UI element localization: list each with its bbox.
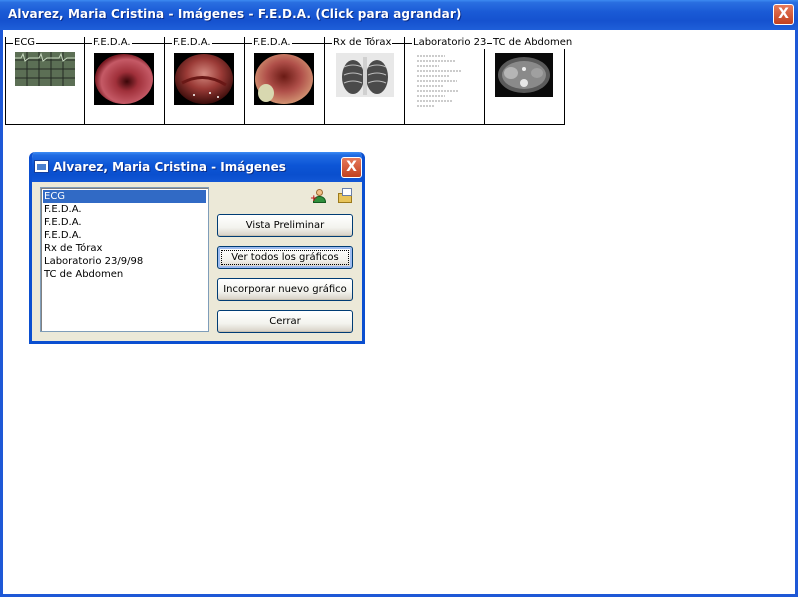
- user-add-icon[interactable]: +: [310, 188, 327, 204]
- thumbnail-label: Rx de Tórax: [332, 37, 393, 49]
- dialog-close-button[interactable]: X: [341, 157, 362, 178]
- close-button[interactable]: Cerrar: [217, 310, 353, 333]
- ct-scan-image: [495, 53, 553, 97]
- list-item[interactable]: TC de Abdomen: [43, 268, 206, 281]
- app-window-icon: [34, 160, 49, 173]
- thumbnail-label: ECG: [13, 37, 37, 49]
- thumbnail-feda-2[interactable]: F.E.D.A.: [165, 37, 245, 125]
- properties-icon[interactable]: [337, 188, 353, 204]
- chest-xray-image: [336, 53, 394, 97]
- thumbnail-feda-3[interactable]: F.E.D.A.: [245, 37, 325, 125]
- endoscopy-image: [174, 53, 234, 105]
- thumbnail-rx-torax[interactable]: Rx de Tórax: [325, 37, 405, 125]
- thumbnail-ecg[interactable]: ECG: [5, 37, 85, 125]
- list-item[interactable]: Rx de Tórax: [43, 242, 206, 255]
- thumbnail-label: TC de Abdomen: [492, 37, 574, 49]
- endoscopy-image: [94, 53, 154, 105]
- ecg-image: [15, 52, 75, 86]
- main-titlebar[interactable]: Alvarez, Maria Cristina - Imágenes - F.E…: [0, 0, 798, 30]
- list-item[interactable]: F.E.D.A.: [43, 203, 206, 216]
- thumbnail-laboratorio[interactable]: Laboratorio 23: [405, 37, 488, 125]
- thumbnail-tc-abdomen[interactable]: TC de Abdomen: [485, 37, 574, 125]
- thumbnail-feda-1[interactable]: F.E.D.A.: [85, 37, 165, 125]
- add-new-graphic-button[interactable]: Incorporar nuevo gráfico: [217, 278, 353, 301]
- preview-button[interactable]: Vista Preliminar: [217, 214, 353, 237]
- list-item[interactable]: F.E.D.A.: [43, 229, 206, 242]
- window-title: Alvarez, Maria Cristina - Imágenes - F.E…: [8, 7, 462, 21]
- list-item[interactable]: ECG: [43, 190, 206, 203]
- thumbnail-label: Laboratorio 23: [412, 37, 488, 49]
- thumbnail-strip: ECG F.E.D.A. F.E.D.A. F.E.D.A. Rx de Tór…: [5, 37, 574, 125]
- endoscopy-image: [254, 53, 314, 105]
- thumbnail-label: F.E.D.A.: [252, 37, 292, 49]
- list-item[interactable]: Laboratorio 23/9/98: [43, 255, 206, 268]
- images-list[interactable]: ECG F.E.D.A. F.E.D.A. F.E.D.A. Rx de Tór…: [40, 187, 209, 332]
- images-dialog: Alvarez, Maria Cristina - Imágenes X ECG…: [29, 152, 365, 344]
- thumbnail-label: F.E.D.A.: [92, 37, 132, 49]
- dialog-title: Alvarez, Maria Cristina - Imágenes: [53, 160, 286, 174]
- view-all-graphics-button[interactable]: Ver todos los gráficos: [217, 246, 353, 269]
- dialog-titlebar[interactable]: Alvarez, Maria Cristina - Imágenes X: [32, 152, 362, 182]
- window-close-button[interactable]: X: [773, 4, 794, 25]
- thumbnail-label: F.E.D.A.: [172, 37, 212, 49]
- lab-document-image: [415, 53, 465, 109]
- list-item[interactable]: F.E.D.A.: [43, 216, 206, 229]
